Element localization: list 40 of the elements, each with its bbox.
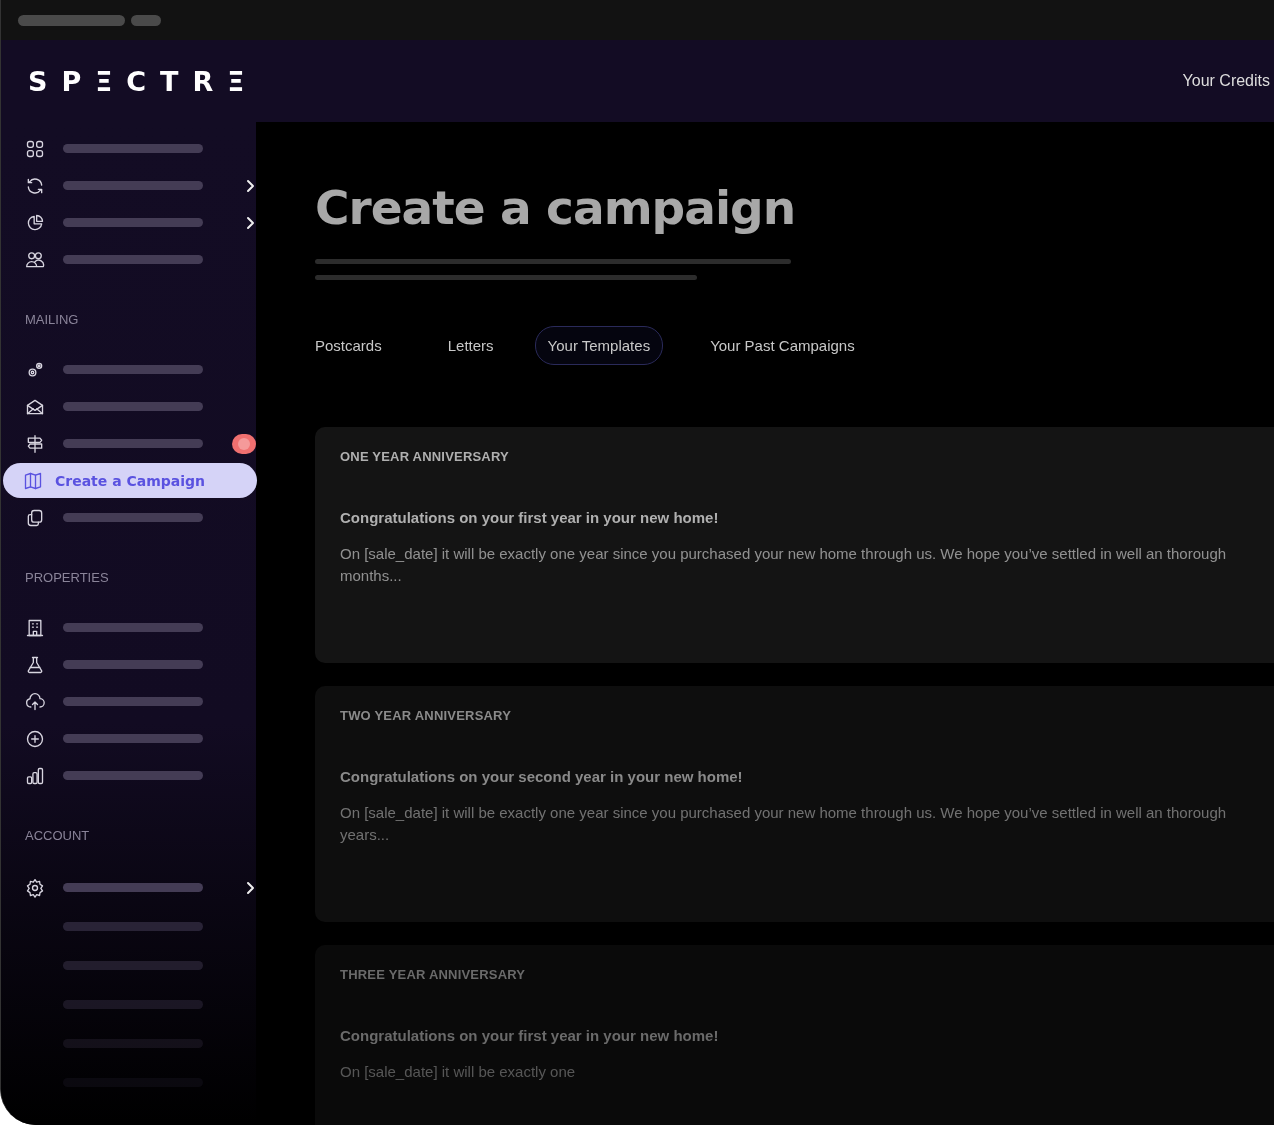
template-heading: Congratulations on your second year in your new home! <box>340 768 743 785</box>
template-heading: Congratulations on your first year in your new home! <box>340 509 719 526</box>
tab[interactable]: Postcards <box>302 326 395 365</box>
template-body-line: On [sale_date] it will be exactly one year since you purchased your new home through us. We hope you’ve settled in well an thorough <box>340 544 1227 564</box>
template-body-line: On [sale_date] it will be exactly one <box>340 1062 576 1082</box>
cloud-upload-icon[interactable] <box>25 691 45 712</box>
section-heading: PROPERTIES <box>24 569 109 587</box>
credits-link[interactable]: Your Credits <box>1182 72 1270 90</box>
tab[interactable]: Your Past Campaigns <box>697 326 868 365</box>
chevron-icon[interactable] <box>245 178 255 193</box>
users-icon[interactable] <box>25 249 45 270</box>
section-heading: ACCOUNT <box>24 827 90 845</box>
tab[interactable]: Letters <box>434 326 507 365</box>
template-body-line: On [sale_date] it will be exactly one year since you purchased your new home through us. We hope you’ve settled in well an thorough <box>340 803 1227 823</box>
chevron-icon[interactable] <box>245 215 255 230</box>
template-body-line: months... <box>340 566 402 586</box>
plus-circle-icon[interactable] <box>25 728 45 749</box>
map-icon[interactable] <box>23 470 43 491</box>
grid-icon[interactable] <box>25 138 45 159</box>
logo: SPΞCTRΞ <box>28 65 259 97</box>
template-heading: Congratulations on your first year in your new home! <box>340 1027 719 1044</box>
template-body-line: years... <box>340 825 390 845</box>
placeholder-bar <box>131 14 161 26</box>
template-label: THREE YEAR ANNIVERSARY <box>340 967 526 982</box>
building-icon[interactable] <box>25 617 45 638</box>
pie-chart-icon[interactable] <box>25 212 45 233</box>
section-heading: MAILING <box>24 311 79 329</box>
page-title: Create a campaign <box>315 180 796 235</box>
refresh-icon[interactable] <box>25 175 45 196</box>
signpost-icon[interactable] <box>25 433 45 454</box>
nav-item[interactable]: Create a Campaign <box>3 463 257 498</box>
copy-icon[interactable] <box>25 507 45 528</box>
template-label: ONE YEAR ANNIVERSARY <box>340 449 509 464</box>
flask-icon[interactable] <box>25 654 45 675</box>
chevron-icon[interactable] <box>245 880 255 895</box>
settings-icon[interactable] <box>25 877 45 898</box>
template-label: TWO YEAR ANNIVERSARY <box>340 708 512 723</box>
bar-chart-icon[interactable] <box>25 765 45 786</box>
tab[interactable]: Your Templates <box>534 326 664 365</box>
template-card[interactable]: THREE YEAR ANNIVERSARY Congratulations on your first year in your new home! On [sale_date] it will be exactly one <box>315 945 1274 1125</box>
